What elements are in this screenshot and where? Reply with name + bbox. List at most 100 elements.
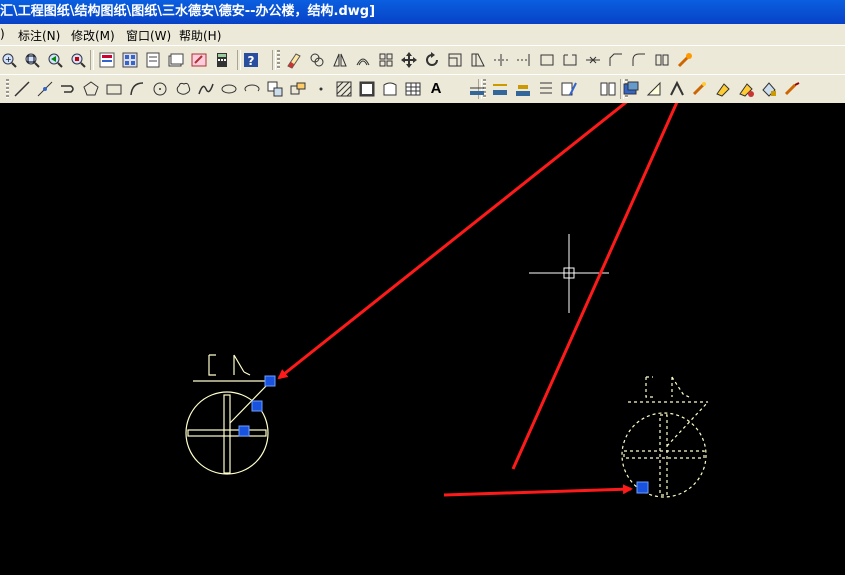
gradient-button[interactable]	[358, 80, 376, 98]
annotation-arrows	[277, 103, 679, 497]
svg-text:?: ?	[248, 54, 255, 68]
explode-button[interactable]	[653, 51, 671, 69]
offset-button[interactable]	[354, 51, 372, 69]
menu-item-modify[interactable]: 修改(M)	[71, 27, 115, 44]
dim-baseline-button[interactable]	[514, 80, 532, 98]
rotate-button[interactable]	[423, 51, 441, 69]
zoom-extents-button[interactable]	[69, 51, 87, 69]
toolbar-grip[interactable]	[277, 50, 280, 70]
layer-freeze-button[interactable]	[737, 80, 755, 98]
zoom-previous-button[interactable]	[46, 51, 64, 69]
properties-button[interactable]	[98, 51, 116, 69]
axis-diagonal-left	[229, 382, 270, 424]
scale-button[interactable]	[446, 51, 464, 69]
layer-match-button[interactable]	[783, 80, 801, 98]
copy-button[interactable]	[308, 51, 326, 69]
axis-horizontal-bar-left	[187, 429, 267, 437]
text-icon: A	[430, 80, 442, 97]
ellipse-arc-button[interactable]	[243, 80, 261, 98]
erase-button[interactable]	[285, 51, 303, 69]
axis-bubble-right[interactable]	[621, 376, 709, 498]
layer-isolate-button[interactable]	[691, 80, 709, 98]
menu-item-help[interactable]: 帮助(H)	[179, 27, 221, 44]
drawing-canvas[interactable]	[0, 103, 845, 575]
extend-button[interactable]	[515, 51, 533, 69]
fillet-icon	[630, 51, 648, 69]
layer-off-button[interactable]	[714, 80, 732, 98]
rectangle-button[interactable]	[105, 80, 123, 98]
dim-linear-button[interactable]	[468, 80, 486, 98]
layer-prev-button[interactable]	[645, 80, 663, 98]
design-center-button[interactable]	[121, 51, 139, 69]
design-center-icon	[121, 51, 139, 69]
make-block-icon	[289, 80, 307, 98]
match-properties-button[interactable]	[676, 51, 694, 69]
zoom-window-icon	[23, 51, 41, 69]
chamfer-button[interactable]	[607, 51, 625, 69]
dim-aligned-button[interactable]	[491, 80, 509, 98]
markup-button[interactable]	[190, 51, 208, 69]
move-button[interactable]	[400, 51, 418, 69]
layer-prev-icon	[645, 80, 663, 98]
menu-item-dimension[interactable]: 标注(N)	[18, 27, 60, 44]
match-properties-icon	[676, 51, 694, 69]
hatch-button[interactable]	[335, 80, 353, 98]
point-icon	[312, 80, 330, 98]
menu-item-previous[interactable]: )	[0, 27, 5, 41]
axis-bubble-left[interactable]	[185, 354, 270, 475]
explode-icon	[653, 51, 671, 69]
model-space-drawing[interactable]	[0, 103, 845, 575]
zoom-realtime-button[interactable]: +	[0, 51, 18, 69]
layer-button[interactable]	[599, 80, 617, 98]
polygon-button[interactable]	[82, 80, 100, 98]
calculator-icon	[213, 51, 231, 69]
sheet-set-button[interactable]	[167, 51, 185, 69]
fillet-button[interactable]	[630, 51, 648, 69]
point-button[interactable]	[312, 80, 330, 98]
offset-icon	[354, 51, 372, 69]
trim-button[interactable]	[492, 51, 510, 69]
toolbar-separator	[90, 50, 94, 70]
break-at-point-button[interactable]	[538, 51, 556, 69]
rotate-icon	[423, 51, 441, 69]
polyline-button[interactable]	[59, 80, 77, 98]
tool-palettes-button[interactable]	[144, 51, 162, 69]
revision-cloud-button[interactable]	[174, 80, 192, 98]
zoom-window-button[interactable]	[23, 51, 41, 69]
insert-block-button[interactable]	[266, 80, 284, 98]
grip-left-top[interactable]	[264, 375, 276, 387]
layer-states-button[interactable]	[622, 80, 640, 98]
stretch-button[interactable]	[469, 51, 487, 69]
annotation-arrow-to-toolbar	[511, 103, 679, 470]
mirror-button[interactable]	[331, 51, 349, 69]
spline-button[interactable]	[197, 80, 215, 98]
dim-baseline-icon	[514, 80, 532, 98]
help-button[interactable]: ?	[242, 51, 260, 69]
arc-button[interactable]	[128, 80, 146, 98]
text-button[interactable]: A	[427, 80, 445, 98]
layer-lock-button[interactable]	[760, 80, 778, 98]
menu-item-window[interactable]: 窗口(W)	[126, 27, 171, 44]
array-button[interactable]	[377, 51, 395, 69]
calculator-button[interactable]	[213, 51, 231, 69]
make-block-button[interactable]	[289, 80, 307, 98]
join-button[interactable]	[584, 51, 602, 69]
break-button[interactable]	[561, 51, 579, 69]
grip-right-bottom[interactable]	[636, 481, 649, 494]
line-button[interactable]	[13, 80, 31, 98]
region-button[interactable]	[381, 80, 399, 98]
toolbar-grip[interactable]	[6, 79, 9, 99]
circle-button[interactable]	[151, 80, 169, 98]
dim-continue-button[interactable]	[537, 80, 555, 98]
gradient-icon	[358, 80, 376, 98]
grip-left-mid[interactable]	[251, 400, 263, 412]
grip-left-center[interactable]	[238, 425, 250, 437]
table-button[interactable]	[404, 80, 422, 98]
mirror-icon	[331, 51, 349, 69]
dim-leader-button[interactable]	[560, 80, 578, 98]
construction-line-button[interactable]	[36, 80, 54, 98]
array-icon	[377, 51, 395, 69]
scale-icon	[446, 51, 464, 69]
ellipse-button[interactable]	[220, 80, 238, 98]
layer-tool-button[interactable]	[668, 80, 686, 98]
